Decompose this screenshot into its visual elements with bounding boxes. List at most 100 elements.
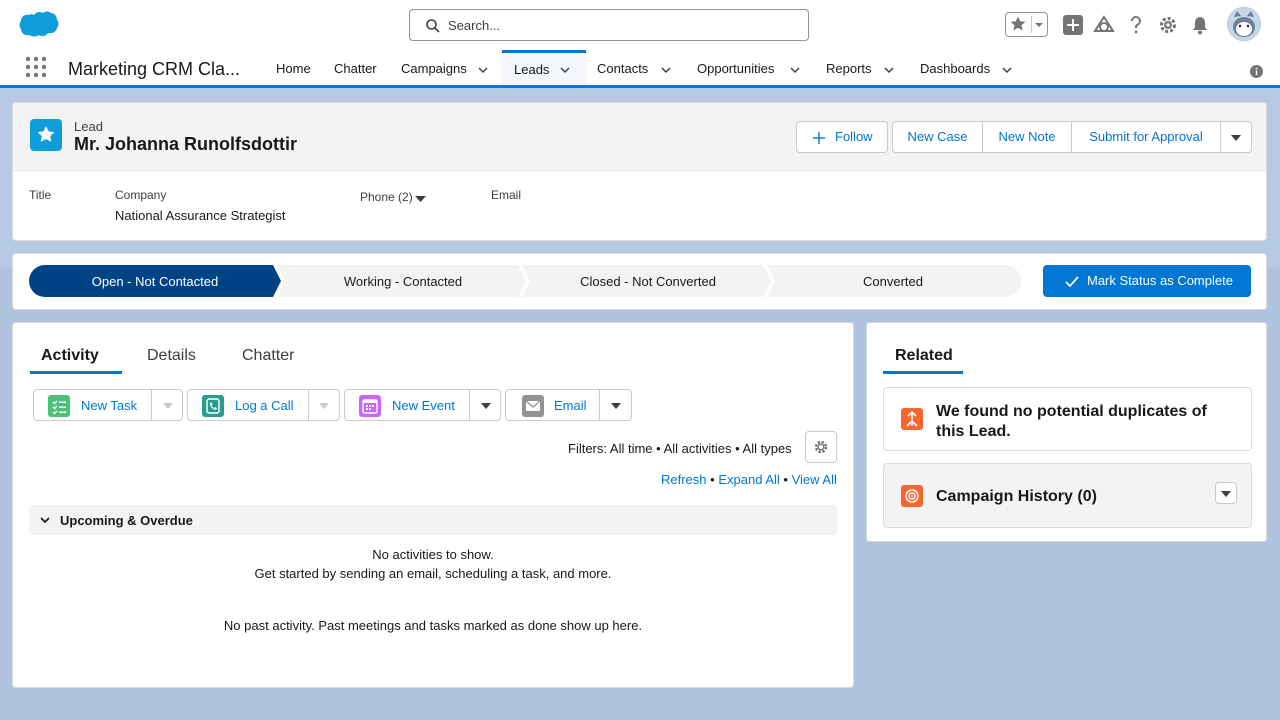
highlights-header: Lead Mr. Johanna Runolfsdottir Follow Ne… [13,103,1266,171]
submit-for-approval-button[interactable]: Submit for Approval [1071,121,1221,153]
mark-status-complete-button[interactable]: Mark Status as Complete [1043,265,1251,297]
new-event-button[interactable]: New Event [344,389,501,421]
avatar-icon[interactable] [1227,7,1261,41]
campaign-history-menu-button[interactable] [1215,482,1237,504]
call-icon [202,395,224,417]
nav-item-dashboards[interactable]: Dashboards [920,50,990,88]
global-search[interactable]: Search... [409,9,809,41]
new-event-label: New Event [392,398,455,413]
nav-item-campaigns[interactable]: Campaigns [401,50,467,88]
favorites-group[interactable] [1005,12,1048,37]
phone-field-label[interactable]: Phone (2) [360,190,413,204]
nav-item-opportunities[interactable]: Opportunities [697,50,774,88]
chevron-down-icon [40,517,50,524]
chevron-down-icon[interactable] [610,400,622,412]
title-field-label: Title [29,188,52,202]
chevron-down-icon[interactable] [789,64,801,76]
email-icon [522,395,544,417]
expand-all-link[interactable]: Expand All [718,472,779,487]
company-field-label: Company [115,188,167,202]
app-navigation: Marketing CRM Cla... Home Chatter Campai… [0,50,1280,88]
campaign-history-card: Campaign History (0) [883,463,1252,528]
trailhead-icon[interactable] [1093,14,1115,36]
nav-item-chatter[interactable]: Chatter [334,50,377,88]
new-task-label: New Task [81,398,138,413]
record-name: Mr. Johanna Runolfsdottir [74,134,297,154]
chevron-down-icon [1231,135,1241,141]
filter-settings-button[interactable] [805,431,837,463]
chevron-down-icon[interactable] [883,64,895,76]
empty-activities-message: No activities to show. [372,547,494,562]
path-stage-label: Converted [863,274,923,289]
tab-chatter[interactable]: Chatter [242,347,294,365]
divider [599,390,600,420]
nav-item-label: Leads [514,62,550,77]
email-button[interactable]: Email [505,389,632,421]
log-a-call-label: Log a Call [235,398,294,413]
chevron-down-icon[interactable] [559,64,571,76]
nav-item-home[interactable]: Home [276,50,311,88]
tab-related[interactable]: Related [895,347,953,365]
add-icon [813,132,825,144]
global-header: Search... [0,0,1280,50]
path-stage-label: Working - Contacted [343,274,463,289]
app-launcher-icon[interactable] [25,56,47,78]
chevron-down-icon[interactable] [480,400,492,412]
active-tab-indicator [883,371,963,374]
activity-filters: Filters: All time • All activities • All… [568,441,792,456]
separator: • [710,472,715,487]
lead-icon [30,119,62,151]
active-tab-indicator [30,371,122,374]
info-icon[interactable] [1250,65,1263,78]
setup-gear-icon[interactable] [1157,14,1179,36]
follow-button[interactable]: Follow [796,121,888,153]
chevron-down-icon[interactable] [1001,64,1013,76]
app-name: Marketing CRM Cla... [68,59,241,79]
merge-icon [901,408,923,430]
view-all-link[interactable]: View All [792,472,837,487]
separator: • [783,472,788,487]
chevron-down-icon[interactable] [162,400,174,412]
refresh-link[interactable]: Refresh [661,472,707,487]
divider [1031,16,1032,33]
chevron-down-icon[interactable] [660,64,672,76]
divider [151,390,152,420]
nav-item-reports[interactable]: Reports [826,50,872,88]
new-note-button[interactable]: New Note [982,121,1072,153]
notifications-bell-icon[interactable] [1189,14,1211,36]
related-panel: Related We found no potential duplicates… [866,322,1267,542]
empty-activities-hint: Get started by sending an email, schedul… [254,566,612,581]
divider [308,390,309,420]
chevron-down-icon[interactable] [477,64,489,76]
add-icon[interactable] [1062,14,1084,36]
mark-status-label: Mark Status as Complete [1087,273,1233,288]
nav-item-leads[interactable]: Leads [502,50,586,88]
new-task-button[interactable]: New Task [33,389,183,421]
chevron-down-icon[interactable] [318,400,330,412]
log-a-call-button[interactable]: Log a Call [187,389,340,421]
star-icon[interactable] [1009,15,1027,33]
tab-details[interactable]: Details [147,347,196,365]
path-stage-label: Closed - Not Converted [580,274,716,289]
nav-item-contacts[interactable]: Contacts [597,50,648,88]
calendar-icon [359,395,381,417]
salesforce-cloud-icon[interactable] [17,11,59,41]
new-note-label: New Note [998,129,1056,144]
new-case-button[interactable]: New Case [892,121,983,153]
email-field-label: Email [491,188,522,202]
object-label: Lead [74,119,103,134]
path-stage-label: Open - Not Contacted [91,274,219,289]
more-actions-button[interactable] [1220,121,1252,153]
upcoming-overdue-section[interactable]: Upcoming & Overdue [29,505,837,535]
chevron-down-icon [1221,491,1231,497]
checkmark-icon [1065,276,1079,288]
chevron-down-icon[interactable] [1034,20,1044,30]
activity-links: Refresh • Expand All • View All [661,472,837,487]
gear-icon [814,440,828,454]
campaign-history-title[interactable]: Campaign History (0) [936,488,1097,506]
past-activity-message: No past activity. Past meetings and task… [223,618,643,633]
chevron-down-icon[interactable] [415,194,426,205]
help-icon[interactable] [1125,14,1147,36]
duplicates-card: We found no potential duplicates of this… [883,387,1252,451]
tab-activity[interactable]: Activity [41,347,99,365]
